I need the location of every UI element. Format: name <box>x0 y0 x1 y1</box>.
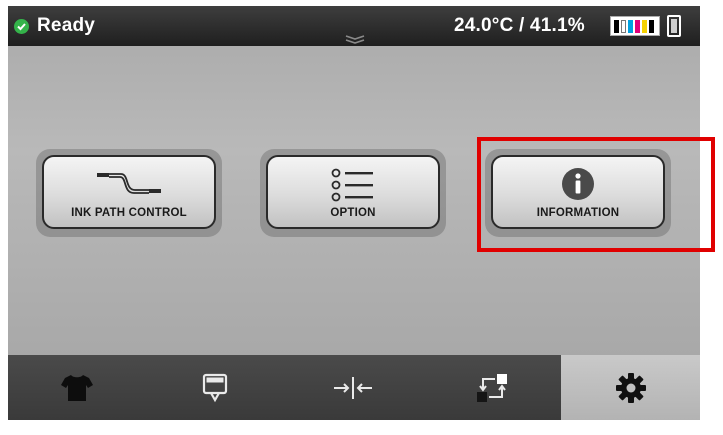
bottom-nav <box>8 355 700 420</box>
check-circle-icon <box>14 19 29 34</box>
status-bar: Ready 24.0°C / 41.1% <box>8 6 700 46</box>
transfer-icon <box>476 373 507 402</box>
option-button[interactable]: OPTION <box>266 155 440 229</box>
waste-tank-icon[interactable] <box>667 15 681 37</box>
adjust-gap-icon <box>334 376 372 399</box>
status-text: Ready <box>37 15 96 36</box>
platen-icon <box>202 373 228 402</box>
tshirt-icon <box>61 374 93 401</box>
gear-icon <box>615 372 646 403</box>
nav-item-adjust[interactable] <box>284 355 422 420</box>
pull-down-handle-icon[interactable] <box>339 32 371 46</box>
ink-path-icon <box>97 173 161 194</box>
ink-path-control-label: INK PATH CONTROL <box>71 207 187 219</box>
option-slot: OPTION <box>260 149 446 237</box>
nav-item-transfer[interactable] <box>422 355 561 420</box>
ink-path-control-slot: INK PATH CONTROL <box>36 149 222 237</box>
nav-item-platen[interactable] <box>146 355 284 420</box>
highlight-box <box>477 137 715 252</box>
temperature-humidity: 24.0°C / 41.1% <box>454 15 585 36</box>
nav-item-print[interactable] <box>8 355 146 420</box>
nav-item-settings[interactable] <box>561 355 700 420</box>
option-list-icon <box>331 168 373 202</box>
ink-path-control-button[interactable]: INK PATH CONTROL <box>42 155 216 229</box>
ink-levels-icon[interactable] <box>610 16 660 36</box>
option-label: OPTION <box>330 207 376 219</box>
